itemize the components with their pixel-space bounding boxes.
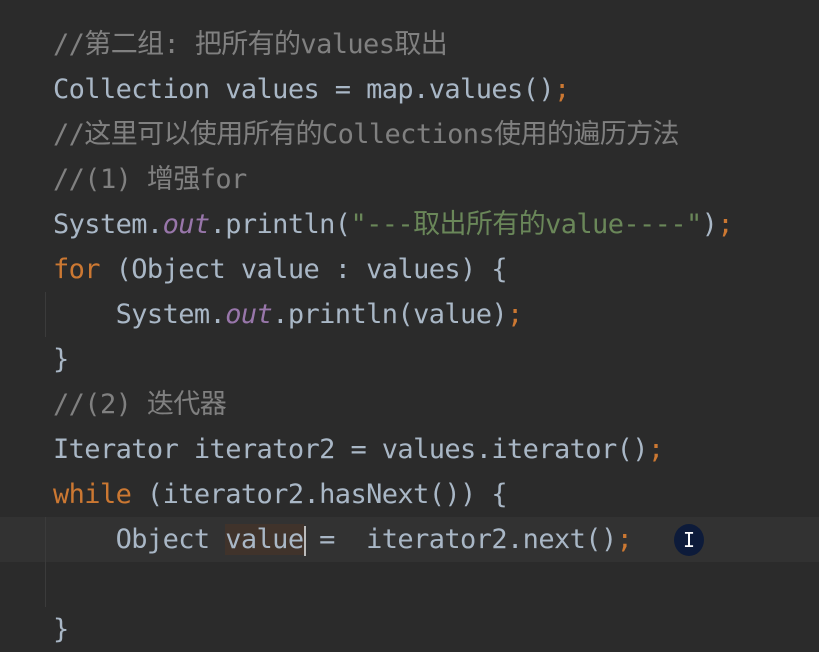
code-token: ;	[616, 524, 633, 555]
code-token: ;	[553, 74, 570, 105]
code-token: .println(value)	[272, 299, 508, 330]
code-token: System.	[53, 299, 226, 330]
code-line[interactable]: System.out.println(value);	[0, 292, 819, 337]
code-comment: //第二组: 把所有的values取出	[53, 29, 448, 60]
code-token: value	[225, 524, 304, 555]
code-token: ;	[647, 434, 664, 465]
code-token: Object	[53, 524, 226, 555]
code-line[interactable]: Collection values = map.values();	[0, 67, 819, 112]
code-token: Iterator iterator2 = values.iterator()	[53, 434, 649, 465]
code-line[interactable]: //(2) 迭代器	[0, 382, 819, 427]
code-comment: //(2) 迭代器	[53, 389, 227, 420]
code-token: (Object value : values) {	[99, 254, 508, 285]
code-token: = iterator2.next()	[303, 524, 617, 555]
code-line[interactable]: while (iterator2.hasNext()) {	[0, 472, 819, 517]
code-keyword: for	[53, 254, 101, 285]
code-keyword: while	[53, 479, 132, 510]
code-line[interactable]: for (Object value : values) {	[0, 247, 819, 292]
code-comment: //这里可以使用所有的Collections使用的遍历方法	[53, 119, 680, 150]
code-line[interactable]: }	[0, 607, 819, 652]
indent-guide	[45, 517, 46, 607]
code-line[interactable]: //这里可以使用所有的Collections使用的遍历方法	[0, 112, 819, 157]
indent-guide	[45, 292, 46, 337]
code-token: Collection values = map.values()	[53, 74, 555, 105]
code-line[interactable]: Iterator iterator2 = values.iterator();	[0, 427, 819, 472]
code-token: System.	[53, 209, 163, 240]
code-line[interactable]: }	[0, 337, 819, 382]
code-token: }	[53, 344, 69, 375]
text-cursor-icon: I	[674, 524, 704, 556]
code-editor[interactable]: //第二组: 把所有的values取出 Collection values = m…	[0, 22, 819, 652]
code-token: }	[53, 614, 69, 645]
code-token: .println(	[209, 209, 352, 240]
code-line[interactable]: //(1) 增强for	[0, 157, 819, 202]
code-line[interactable]: //第二组: 把所有的values取出	[0, 22, 819, 67]
code-token: out	[225, 299, 273, 330]
code-token: ;	[717, 209, 733, 240]
code-string: "---取出所有的value----"	[350, 209, 702, 240]
code-line[interactable]: System.out.println("---取出所有的value----");	[0, 202, 819, 247]
code-token: ;	[507, 299, 523, 330]
code-token: (iterator2.hasNext()) {	[131, 479, 508, 510]
code-line[interactable]	[0, 562, 819, 607]
code-token: out	[162, 209, 211, 240]
code-token: )	[701, 209, 718, 240]
code-comment: //(1) 增强for	[53, 164, 247, 195]
